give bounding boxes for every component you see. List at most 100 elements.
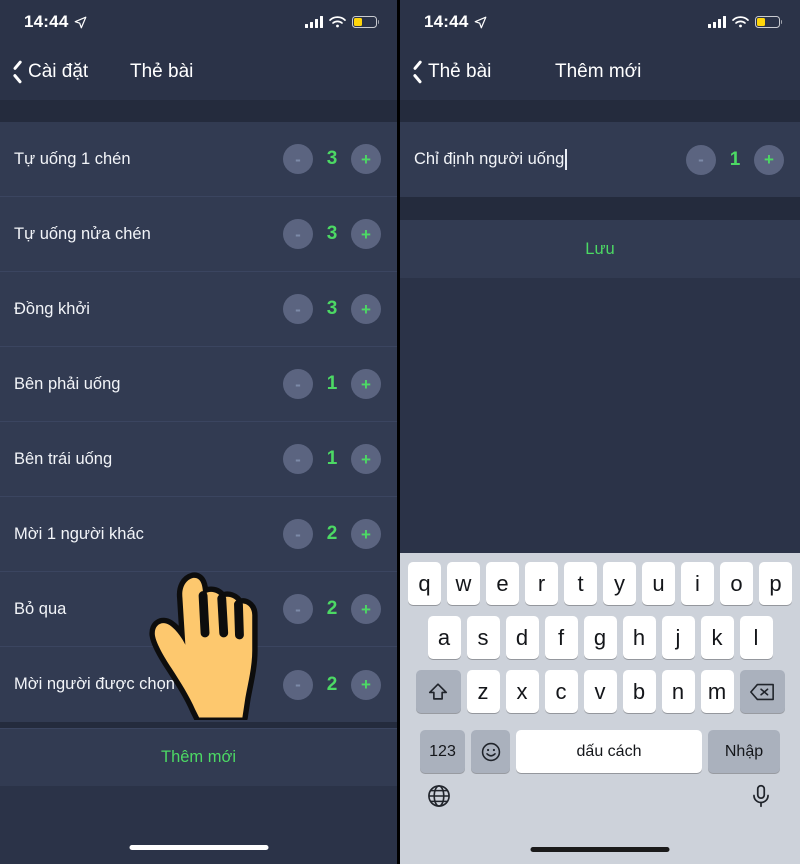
decrement-button[interactable]: - bbox=[283, 519, 313, 549]
right-phone-screen: 14:44 Thẻ bài Thêm mới Chỉ định người uố… bbox=[400, 0, 800, 864]
row-count-value: 2 bbox=[326, 673, 338, 695]
row-label: Bỏ qua bbox=[14, 599, 67, 618]
increment-button[interactable]: + bbox=[351, 294, 381, 324]
key-w[interactable]: w bbox=[447, 562, 480, 605]
card-name-input[interactable]: Chỉ định người uống bbox=[414, 149, 686, 170]
home-indicator[interactable] bbox=[530, 847, 670, 852]
decrement-button[interactable]: - bbox=[283, 669, 313, 700]
increment-button[interactable]: + bbox=[351, 594, 381, 624]
increment-button[interactable]: + bbox=[351, 669, 381, 700]
table-row[interactable]: Bên phải uống - 1 + bbox=[0, 347, 397, 422]
enter-key[interactable]: Nhập bbox=[708, 730, 780, 773]
new-card-input-row[interactable]: Chỉ định người uống - 1 + bbox=[400, 122, 800, 197]
key-d[interactable]: d bbox=[505, 616, 539, 659]
key-k[interactable]: k bbox=[700, 616, 734, 659]
back-button-label: Cài đặt bbox=[28, 61, 89, 82]
key-n[interactable]: n bbox=[661, 670, 695, 713]
key-j[interactable]: j bbox=[661, 616, 695, 659]
key-f[interactable]: f bbox=[544, 616, 578, 659]
status-indicators-left bbox=[305, 16, 380, 28]
decrement-button[interactable]: - bbox=[283, 594, 313, 624]
decrement-button[interactable]: - bbox=[283, 294, 313, 324]
increment-button[interactable]: + bbox=[351, 144, 381, 174]
row-count-value: 3 bbox=[326, 148, 338, 169]
key-l[interactable]: l bbox=[739, 616, 773, 659]
row-count-value: 1 bbox=[326, 448, 338, 469]
backspace-icon[interactable] bbox=[739, 670, 785, 713]
key-r[interactable]: r bbox=[525, 562, 558, 605]
key-a[interactable]: a bbox=[427, 616, 461, 659]
status-bar-right: 14:44 bbox=[400, 0, 800, 44]
key-z[interactable]: z bbox=[466, 670, 500, 713]
key-m[interactable]: m bbox=[700, 670, 734, 713]
table-row[interactable]: Bên trái uống - 1 + bbox=[0, 422, 397, 497]
increment-button[interactable]: + bbox=[351, 519, 381, 549]
key-t[interactable]: t bbox=[564, 562, 597, 605]
nav-bar-left: Cài đặt Thẻ bài bbox=[0, 44, 397, 100]
key-q[interactable]: q bbox=[408, 562, 441, 605]
wifi-icon bbox=[329, 16, 346, 28]
stepper-control: - 1 + bbox=[283, 369, 381, 399]
home-indicator[interactable] bbox=[129, 845, 268, 850]
stepper-control: - 2 + bbox=[283, 594, 381, 624]
battery-low-icon bbox=[352, 16, 380, 28]
decrement-button[interactable]: - bbox=[283, 144, 313, 174]
key-b[interactable]: b bbox=[622, 670, 656, 713]
increment-button[interactable]: + bbox=[351, 444, 381, 474]
back-button-label: Thẻ bài bbox=[428, 61, 492, 82]
row-label: Tự uống nửa chén bbox=[14, 224, 151, 243]
key-h[interactable]: h bbox=[622, 616, 656, 659]
row-label: Bên trái uống bbox=[14, 449, 113, 468]
row-label: Mời 1 người khác bbox=[14, 524, 144, 543]
space-key[interactable]: dấu cách bbox=[516, 730, 702, 773]
decrement-button[interactable]: - bbox=[283, 219, 313, 249]
key-y[interactable]: y bbox=[603, 562, 636, 605]
decrement-button[interactable]: - bbox=[283, 444, 313, 474]
keyboard-row-1: q w e r t y u i o p bbox=[400, 562, 800, 605]
key-o[interactable]: o bbox=[720, 562, 753, 605]
card-settings-list: Tự uống 1 chén - 3 + Tự uống nửa chén - … bbox=[0, 122, 397, 722]
key-g[interactable]: g bbox=[583, 616, 617, 659]
row-label: Tự uống 1 chén bbox=[14, 149, 131, 168]
microphone-icon[interactable] bbox=[748, 783, 774, 809]
save-button[interactable]: Lưu bbox=[400, 220, 800, 278]
increment-button[interactable]: + bbox=[351, 219, 381, 249]
key-x[interactable]: x bbox=[505, 670, 539, 713]
decrement-button[interactable]: - bbox=[283, 369, 313, 399]
status-time: 14:44 bbox=[424, 12, 469, 31]
shift-arrow-icon[interactable] bbox=[415, 670, 461, 713]
table-row[interactable]: Đồng khởi - 3 + bbox=[0, 272, 397, 347]
row-label: Bên phải uống bbox=[14, 374, 121, 393]
table-row[interactable]: Mời người được chọn - 2 + bbox=[0, 647, 397, 722]
key-c[interactable]: c bbox=[544, 670, 578, 713]
table-row[interactable]: Bỏ qua - 2 + bbox=[0, 572, 397, 647]
numbers-key[interactable]: 123 bbox=[420, 730, 465, 773]
key-p[interactable]: p bbox=[759, 562, 792, 605]
row-count-value: 2 bbox=[326, 523, 338, 544]
table-row[interactable]: Tự uống 1 chén - 3 + bbox=[0, 122, 397, 197]
globe-language-icon[interactable] bbox=[426, 783, 452, 809]
increment-button[interactable]: + bbox=[754, 144, 784, 175]
key-u[interactable]: u bbox=[642, 562, 675, 605]
key-e[interactable]: e bbox=[486, 562, 519, 605]
left-phone-screen: 14:44 Cài đặt Thẻ bài Tự uống 1 chén - 3… bbox=[0, 0, 400, 864]
key-i[interactable]: i bbox=[681, 562, 714, 605]
section-gap-band-right bbox=[400, 100, 800, 122]
add-new-button[interactable]: Thêm mới bbox=[0, 728, 397, 786]
stepper-control: - 3 + bbox=[283, 144, 381, 174]
back-button-settings[interactable]: Cài đặt bbox=[12, 61, 88, 83]
key-v[interactable]: v bbox=[583, 670, 617, 713]
emoji-smiley-icon[interactable] bbox=[471, 730, 510, 773]
nav-bar-right: Thẻ bài Thêm mới bbox=[400, 44, 800, 100]
decrement-button[interactable]: - bbox=[686, 144, 716, 175]
row-count-value: 3 bbox=[326, 223, 338, 244]
table-row[interactable]: Mời 1 người khác - 2 + bbox=[0, 497, 397, 572]
status-bar-left: 14:44 bbox=[0, 0, 397, 44]
table-row[interactable]: Tự uống nửa chén - 3 + bbox=[0, 197, 397, 272]
back-button-cards[interactable]: Thẻ bài bbox=[412, 61, 491, 83]
location-arrow-icon bbox=[75, 16, 87, 28]
increment-button[interactable]: + bbox=[351, 369, 381, 399]
row-count-value: 2 bbox=[326, 598, 338, 619]
key-s[interactable]: s bbox=[466, 616, 500, 659]
cellular-signal-icon bbox=[708, 16, 726, 28]
